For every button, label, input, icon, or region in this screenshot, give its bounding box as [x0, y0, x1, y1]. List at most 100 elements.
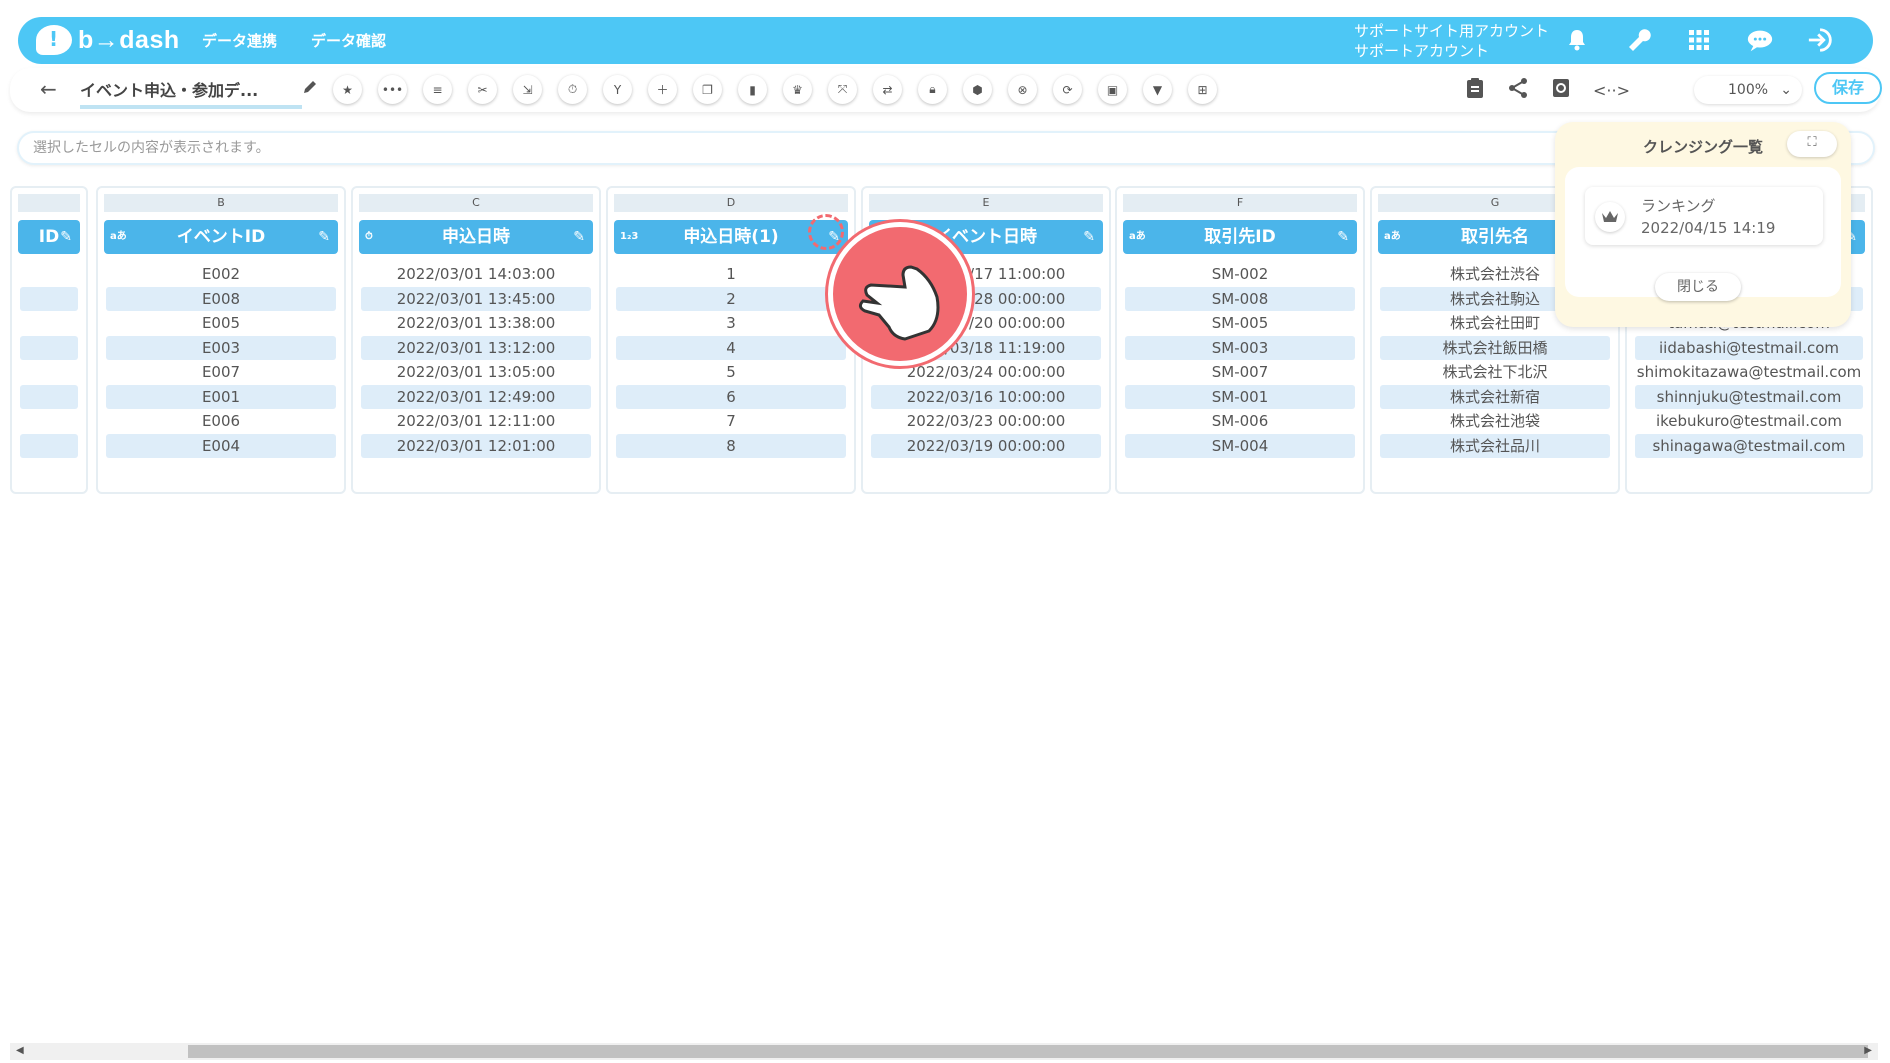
expand-icon[interactable]: ⤧ [828, 75, 857, 104]
logo[interactable]: b→dash [36, 23, 180, 57]
table-cell[interactable]: 株式会社品川 [1380, 433, 1610, 458]
table-cell[interactable]: SM-002 [1125, 262, 1355, 287]
table-cell[interactable]: E001 [106, 384, 336, 409]
compress-icon[interactable]: ⇲ [513, 75, 542, 104]
grid-small-icon[interactable]: ⊞ [1188, 75, 1217, 104]
horizontal-scrollbar[interactable]: ◀ ▶ [10, 1043, 1878, 1060]
table-cell[interactable]: 7 [616, 409, 846, 434]
table-cell[interactable]: E002 [106, 262, 336, 287]
nav-data-check[interactable]: データ確認 [311, 30, 386, 51]
share-icon[interactable] [1507, 77, 1529, 103]
table-cell[interactable]: shimokitazawa@testmail.com [1635, 360, 1863, 385]
refresh-icon[interactable] [1551, 77, 1571, 103]
edit-pencil-icon[interactable]: ✎ [573, 220, 585, 254]
edit-pencil-icon[interactable]: ✎ [60, 220, 72, 254]
table-cell[interactable] [20, 409, 78, 434]
table-cell[interactable]: E004 [106, 433, 336, 458]
table-cell[interactable]: 2022/03/23 00:00:00 [871, 409, 1101, 434]
more-icon[interactable]: ••• [378, 75, 407, 104]
table-cell[interactable]: shinagawa@testmail.com [1635, 433, 1863, 458]
table-cell[interactable]: 株式会社下北沢 [1380, 360, 1610, 385]
table-cell[interactable]: ikebukuro@testmail.com [1635, 409, 1863, 434]
chat-icon[interactable] [1746, 26, 1774, 54]
scrollbar-thumb[interactable] [188, 1045, 1868, 1058]
column-letter[interactable]: E [869, 194, 1103, 212]
flow-name[interactable]: イベント申込・参加デ... [80, 77, 302, 109]
close-circle-icon[interactable]: ⊗ [1008, 75, 1037, 104]
table-cell[interactable]: SM-003 [1125, 335, 1355, 360]
table-cell[interactable]: 2022/03/01 14:03:00 [361, 262, 591, 287]
swap-icon[interactable]: ⟳ [1053, 75, 1082, 104]
bell-icon[interactable] [1563, 26, 1591, 54]
table-cell[interactable]: 2022/03/01 12:11:00 [361, 409, 591, 434]
table-cell[interactable]: 株式会社池袋 [1380, 409, 1610, 434]
table-cell[interactable]: E007 [106, 360, 336, 385]
column-letter[interactable]: D [614, 194, 848, 212]
table-cell[interactable]: E008 [106, 286, 336, 311]
table-cell[interactable]: 2022/03/01 13:05:00 [361, 360, 591, 385]
edit-pencil-icon[interactable]: ✎ [1083, 220, 1095, 254]
lock-icon[interactable]: 🔒︎ [918, 75, 947, 104]
table-cell[interactable]: 6 [616, 384, 846, 409]
account-info[interactable]: サポートサイト用アカウント サポートアカウント [1354, 21, 1549, 61]
table-cell[interactable]: SM-004 [1125, 433, 1355, 458]
table-cell[interactable] [20, 286, 78, 311]
table-cell[interactable]: SM-001 [1125, 384, 1355, 409]
zoom-select[interactable]: 100% ⌄ [1694, 76, 1802, 104]
crown-icon[interactable]: ♛ [783, 75, 812, 104]
table-cell[interactable]: E006 [106, 409, 336, 434]
table-cell[interactable] [20, 360, 78, 385]
table-cell[interactable]: E005 [106, 311, 336, 336]
column-letter[interactable] [18, 194, 80, 212]
table-cell[interactable]: 2 [616, 286, 846, 311]
column-header[interactable]: aあ イベントID ✎ [104, 220, 338, 254]
back-arrow-icon[interactable]: ← [40, 77, 57, 101]
column-letter[interactable]: F [1123, 194, 1357, 212]
code-icon[interactable]: <··> [1593, 81, 1630, 100]
column-letter[interactable]: B [104, 194, 338, 212]
table-cell[interactable]: SM-005 [1125, 311, 1355, 336]
table-cell[interactable]: 8 [616, 433, 846, 458]
grid-icon[interactable] [1685, 26, 1713, 54]
table-cell[interactable]: SM-007 [1125, 360, 1355, 385]
filter-icon[interactable]: ▼ [1143, 75, 1172, 104]
table-cell[interactable]: SM-006 [1125, 409, 1355, 434]
table-cell[interactable] [20, 433, 78, 458]
table-cell[interactable]: SM-008 [1125, 286, 1355, 311]
table-cell[interactable] [20, 384, 78, 409]
copy-icon[interactable]: ❐ [693, 75, 722, 104]
table-cell[interactable] [20, 311, 78, 336]
table-cell[interactable]: 2022/03/01 12:01:00 [361, 433, 591, 458]
cleansing-item-ranking[interactable]: ランキング 2022/04/15 14:19 [1585, 187, 1823, 245]
nav-data-integration[interactable]: データ連携 [202, 30, 277, 51]
table-cell[interactable]: 2022/03/01 13:38:00 [361, 311, 591, 336]
merge-icon[interactable]: Y [603, 75, 632, 104]
table-cell[interactable]: 2022/03/01 13:12:00 [361, 335, 591, 360]
save-button[interactable]: 保存 [1814, 72, 1882, 104]
scroll-left-icon[interactable]: ◀ [16, 1045, 24, 1056]
table-cell[interactable]: 2022/03/01 12:49:00 [361, 384, 591, 409]
star-icon[interactable]: ★ [333, 75, 362, 104]
table-cell[interactable]: 4 [616, 335, 846, 360]
logout-icon[interactable] [1807, 26, 1835, 54]
list-icon[interactable]: ≡ [423, 75, 452, 104]
switch-icon[interactable]: ⇄ [873, 75, 902, 104]
table-cell[interactable]: E003 [106, 335, 336, 360]
tools-icon[interactable]: ✂ [468, 75, 497, 104]
column-header[interactable]: ⏱ 申込日時 ✎ [359, 220, 593, 254]
scroll-right-icon[interactable]: ▶ [1864, 1045, 1872, 1056]
box-icon[interactable]: ⬢ [963, 75, 992, 104]
plus-icon[interactable]: ＋ [648, 75, 677, 104]
column-header[interactable]: ID ✎ [18, 220, 80, 254]
table-cell[interactable] [20, 335, 78, 360]
frame-icon[interactable]: ▣ [1098, 75, 1127, 104]
table-cell[interactable]: iidabashi@testmail.com [1635, 335, 1863, 360]
table-cell[interactable]: 3 [616, 311, 846, 336]
table-cell[interactable]: shinnjuku@testmail.com [1635, 384, 1863, 409]
table-cell[interactable]: 1 [616, 262, 846, 287]
table-cell[interactable]: 株式会社飯田橋 [1380, 335, 1610, 360]
close-button[interactable]: 閉じる [1655, 273, 1741, 301]
table-cell[interactable]: 5 [616, 360, 846, 385]
table-cell[interactable] [20, 262, 78, 287]
table-cell[interactable]: 2022/03/01 13:45:00 [361, 286, 591, 311]
